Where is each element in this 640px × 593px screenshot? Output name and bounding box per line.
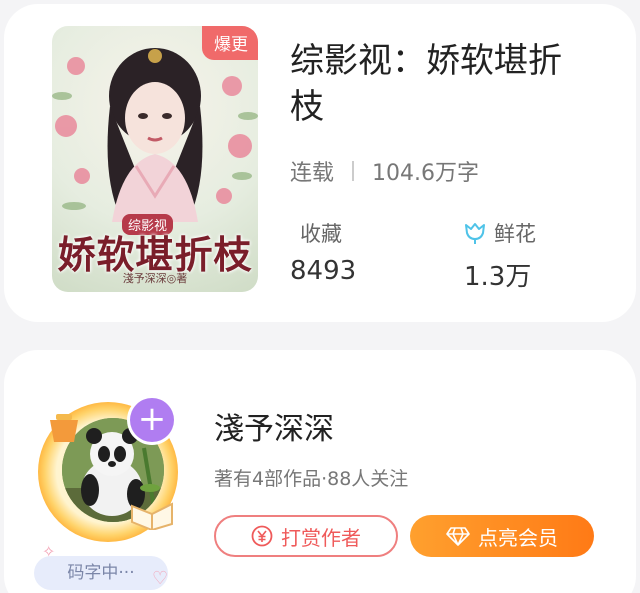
book-meta-row: 连载 104.6万字 (290, 156, 479, 186)
tulip-icon (462, 220, 488, 246)
cover-author: 淺予深深◎著 (122, 272, 188, 285)
book-cover[interactable]: 爆更 综影视 娇软堪折枝 淺予深深◎著 (52, 26, 258, 292)
vip-button[interactable]: 点亮会员 (410, 515, 594, 557)
meta-divider (352, 161, 355, 181)
author-meta: 著有4部作品·88人关注 (214, 468, 409, 490)
book-decoration-icon (131, 502, 173, 530)
yen-coin-icon (251, 525, 273, 547)
author-status: 码字中··· (34, 556, 168, 590)
flower-count: 1.3万 (464, 262, 532, 292)
lantern-decoration-icon (50, 414, 78, 442)
tip-author-label: 打赏作者 (281, 525, 361, 550)
flower-stat[interactable]: 鲜花 (462, 218, 536, 248)
update-badge: 爆更 (202, 26, 258, 60)
diamond-icon (446, 526, 470, 546)
author-name[interactable]: 淺予深深 (214, 404, 334, 448)
flower-label: 鲜花 (494, 222, 536, 246)
heart-icon: ♡ (152, 568, 169, 589)
book-title: 综影视：娇软堪折枝 (290, 41, 562, 127)
follow-button[interactable]: + (130, 398, 174, 442)
vip-button-label: 点亮会员 (478, 525, 558, 550)
word-count: 104.6万字 (372, 161, 479, 186)
collect-count: 8493 (290, 256, 357, 286)
serial-status: 连载 (290, 161, 335, 186)
tip-author-button[interactable]: 打赏作者 (214, 515, 398, 557)
collect-label: 收藏 (300, 222, 342, 246)
